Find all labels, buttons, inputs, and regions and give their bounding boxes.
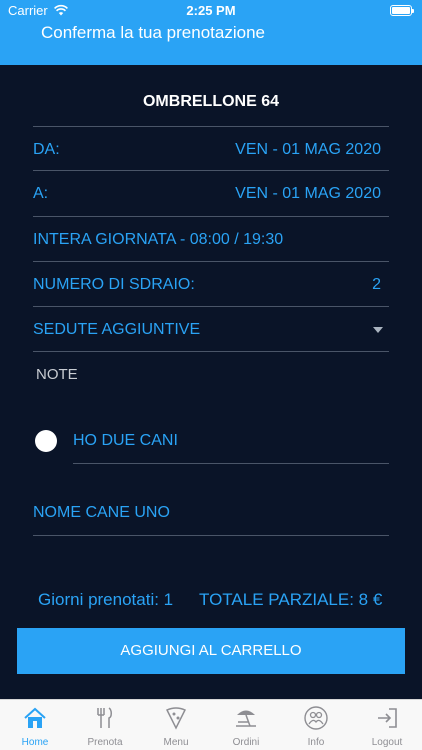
row-time-slot: INTERA GIORNATA - 08:00 / 19:30 (33, 216, 389, 260)
pizza-icon (165, 707, 187, 730)
subtotal: TOTALE PARZIALE: 8 € (199, 590, 383, 609)
dog-name-input[interactable]: NOME CANE UNO (33, 504, 170, 522)
tab-label: Menu (163, 737, 189, 748)
add-to-cart-button[interactable]: AGGIUNGI AL CARRELLO (17, 628, 405, 674)
chevron-down-icon (373, 327, 383, 333)
row-to-date[interactable]: A: VEN - 01 MAG 2020 (33, 170, 389, 214)
page-title: Conferma la tua prenotazione (41, 23, 265, 42)
extra-seats-dropdown[interactable]: SEDUTE AGGIUNTIVE (33, 306, 389, 350)
loungers-label: NUMERO DI SDRAIO: (33, 276, 195, 293)
cutlery-icon (97, 707, 112, 728)
tab-info[interactable]: Info (281, 700, 351, 750)
home-icon (24, 707, 46, 728)
divider (73, 463, 389, 464)
divider (33, 351, 389, 352)
tab-ordini[interactable]: Ordini (211, 700, 281, 750)
tab-label: Ordini (232, 737, 260, 748)
status-bar: Carrier 2:25 PM (0, 0, 422, 22)
to-value: VEN - 01 MAG 2020 (235, 185, 381, 202)
clock: 2:25 PM (186, 3, 236, 18)
tab-label: Info (307, 737, 325, 748)
booking-summary: Giorni prenotati: 1 TOTALE PARZIALE: 8 € (38, 590, 382, 610)
people-icon (304, 706, 328, 730)
two-dogs-radio[interactable] (35, 430, 57, 452)
from-label: DA: (33, 141, 60, 158)
extra-seats-label: SEDUTE AGGIUNTIVE (33, 321, 201, 338)
tab-label: Prenota (87, 737, 123, 748)
note-input[interactable]: NOTE (36, 366, 78, 383)
tab-label: Home (21, 737, 49, 748)
tab-logout[interactable]: Logout (352, 700, 422, 750)
logout-icon (378, 708, 397, 728)
beach-umbrella-icon (236, 710, 256, 727)
time-slot-label: INTERA GIORNATA - 08:00 / 19:30 (33, 231, 284, 248)
two-dogs-label: HO DUE CANI (73, 432, 178, 449)
row-from-date[interactable]: DA: VEN - 01 MAG 2020 (33, 126, 389, 170)
loungers-value: 2 (372, 276, 381, 293)
tab-home[interactable]: Home (0, 700, 70, 750)
row-loungers[interactable]: NUMERO DI SDRAIO: 2 (33, 261, 389, 305)
nav-bar: Conferma la tua prenotazione (0, 22, 422, 65)
divider (33, 535, 389, 536)
umbrella-title: OMBRELLONE 64 (142, 93, 279, 110)
tab-label: Logout (371, 737, 403, 748)
booked-days: Giorni prenotati: 1 (38, 590, 174, 609)
tab-prenota[interactable]: Prenota (70, 700, 140, 750)
from-value: VEN - 01 MAG 2020 (235, 141, 381, 158)
tab-bar: Home Prenota Menu Ordini Info Logout (0, 699, 422, 750)
battery-icon (390, 5, 414, 16)
to-label: A: (33, 185, 49, 202)
tab-menu[interactable]: Menu (141, 700, 211, 750)
